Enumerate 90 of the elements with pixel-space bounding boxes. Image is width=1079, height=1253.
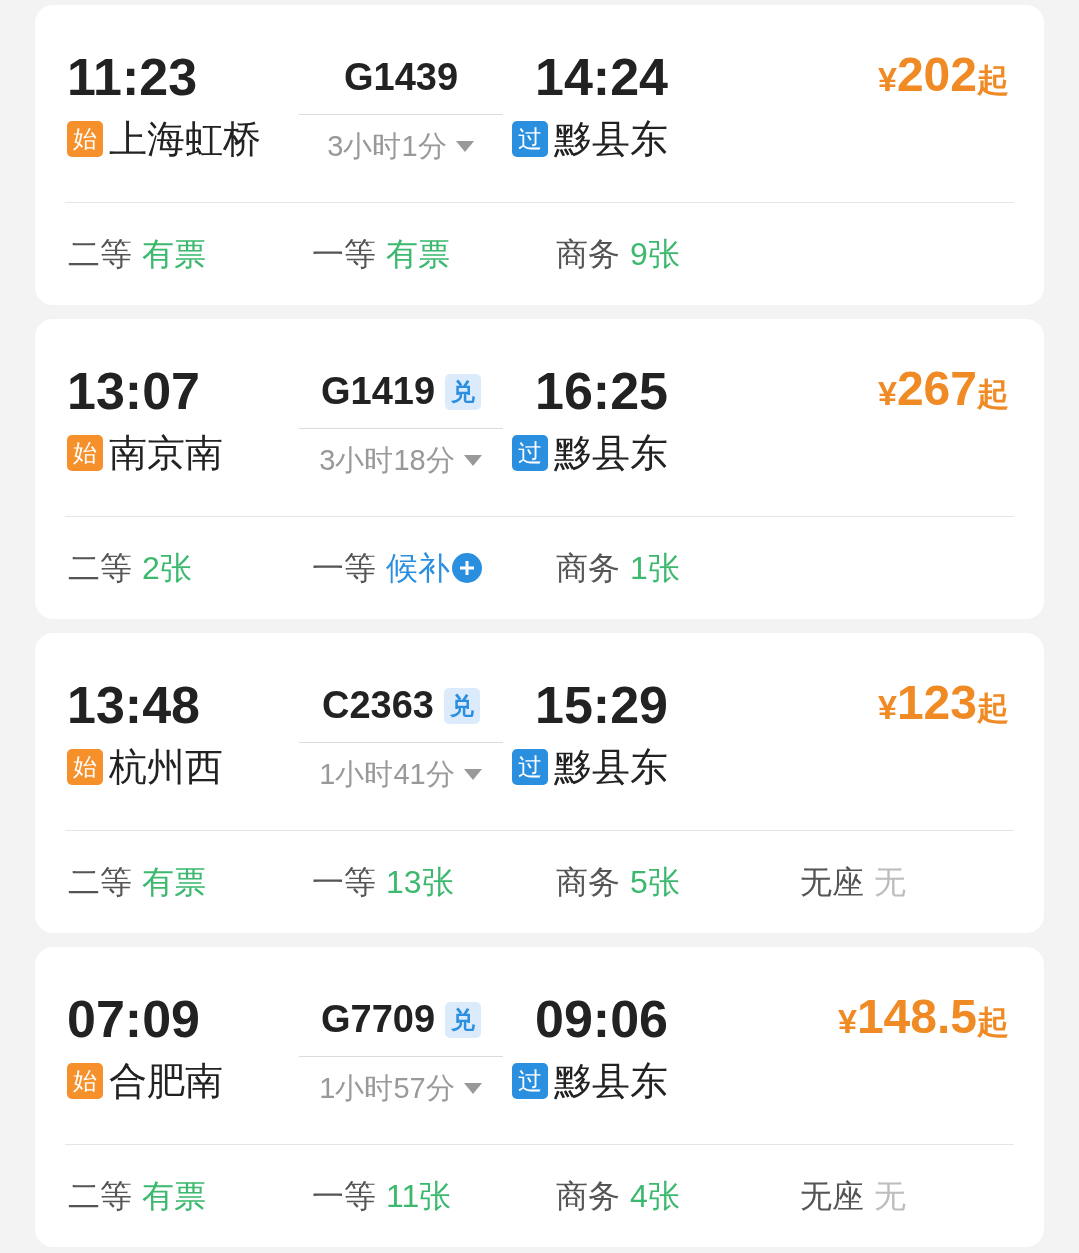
train-number: G7709 <box>320 997 436 1042</box>
arrival-time: 09:06 <box>535 989 668 1050</box>
seat-option[interactable]: 一等 13张 <box>312 858 556 906</box>
pass-badge: 过 <box>512 435 548 471</box>
seat-availability: 11张 <box>386 1177 452 1216</box>
seat-option[interactable]: 二等 有票 <box>68 1172 312 1220</box>
arrival-station: 黟县东 <box>554 431 668 476</box>
train-card[interactable]: 13:07 始 南京南 G1419 兑 3小时18分 16:25 过 黟县东 ¥267起 二等 2张 一等 候补 商务 1张 <box>35 319 1044 619</box>
seat-availability: 9张 <box>630 235 680 274</box>
exchange-badge: 兑 <box>445 1001 482 1038</box>
seat-class: 无座 <box>800 1177 864 1216</box>
seat-availability: 有票 <box>386 235 450 274</box>
price: ¥123起 <box>878 675 1009 731</box>
train-number: C2363 <box>322 683 434 728</box>
seat-option[interactable]: 一等 有票 <box>312 230 556 278</box>
duration: 1小时41分 <box>319 757 455 792</box>
duration: 3小时18分 <box>319 443 455 478</box>
arrival-station: 黟县东 <box>554 745 668 790</box>
seat-availability: 候补 <box>386 549 450 588</box>
arrival-time: 15:29 <box>535 675 668 736</box>
seat-option[interactable]: 二等 2张 <box>68 544 312 592</box>
add-icon[interactable] <box>452 553 482 583</box>
departure-time: 13:48 <box>67 675 201 736</box>
duration: 1小时57分 <box>319 1071 455 1106</box>
train-number: G1419 <box>320 369 436 414</box>
seat-class: 二等 <box>68 1177 132 1216</box>
arrival-station: 黟县东 <box>554 117 668 162</box>
seat-option[interactable]: 二等 有票 <box>68 858 312 906</box>
start-badge: 始 <box>67 121 103 157</box>
departure-station: 杭州西 <box>109 745 223 790</box>
departure-time: 13:07 <box>67 361 201 422</box>
seat-class: 无座 <box>800 863 864 902</box>
departure-station: 南京南 <box>109 431 223 476</box>
seat-class: 商务 <box>556 1177 620 1216</box>
seat-availability: 5张 <box>630 863 680 902</box>
seat-class: 二等 <box>68 863 132 902</box>
seat-option[interactable]: 无座 无 <box>800 1172 1044 1220</box>
seat-class: 商务 <box>556 863 620 902</box>
dropdown-caret-icon[interactable] <box>462 454 483 468</box>
dropdown-caret-icon[interactable] <box>462 1082 483 1096</box>
pass-badge: 过 <box>512 1063 548 1099</box>
price: ¥148.5起 <box>837 989 1009 1045</box>
seat-option[interactable]: 一等 候补 <box>312 544 556 592</box>
start-badge: 始 <box>67 1063 103 1099</box>
train-card[interactable]: 07:09 始 合肥南 G7709 兑 1小时57分 09:06 过 黟县东 ¥148.5起 二等 有票 一等 11张 商务 4张 无座 无 <box>35 947 1044 1247</box>
seat-option[interactable]: 商务 9张 <box>556 230 800 278</box>
seat-class: 一等 <box>312 549 376 588</box>
seat-class: 商务 <box>556 235 620 274</box>
seat-class: 二等 <box>68 235 132 274</box>
exchange-badge: 兑 <box>445 373 482 410</box>
seat-option[interactable]: 无座 无 <box>800 858 1044 906</box>
train-card[interactable]: 11:23 始 上海虹桥 G1439 3小时1分 14:24 过 黟县东 ¥202起 二等 有票 一等 有票 商务 9张 <box>35 5 1044 305</box>
seat-availability: 有票 <box>142 235 206 274</box>
price: ¥202起 <box>878 47 1009 103</box>
arrival-time: 14:24 <box>535 47 668 108</box>
seat-availability: 2张 <box>142 549 192 588</box>
arrival-time: 16:25 <box>535 361 668 422</box>
departure-station: 合肥南 <box>109 1059 223 1104</box>
price: ¥267起 <box>878 361 1009 417</box>
departure-time: 11:23 <box>67 47 199 108</box>
seat-class: 二等 <box>68 549 132 588</box>
seat-option[interactable]: 商务 4张 <box>556 1172 800 1220</box>
seat-class: 一等 <box>312 1177 376 1216</box>
train-number: G1439 <box>343 55 459 100</box>
start-badge: 始 <box>67 749 103 785</box>
pass-badge: 过 <box>512 749 548 785</box>
seat-option[interactable]: 商务 5张 <box>556 858 800 906</box>
pass-badge: 过 <box>512 121 548 157</box>
seat-class: 一等 <box>312 863 376 902</box>
seat-availability: 1张 <box>630 549 680 588</box>
arrival-station: 黟县东 <box>554 1059 668 1104</box>
departure-station: 上海虹桥 <box>109 117 261 162</box>
departure-time: 07:09 <box>67 989 201 1050</box>
seat-option[interactable]: 一等 11张 <box>312 1172 556 1220</box>
seat-availability: 13张 <box>386 863 454 902</box>
seat-class: 一等 <box>312 235 376 274</box>
dropdown-caret-icon[interactable] <box>454 140 475 154</box>
seat-option[interactable]: 二等 有票 <box>68 230 312 278</box>
seat-option[interactable]: 商务 1张 <box>556 544 800 592</box>
seat-availability: 无 <box>874 863 906 902</box>
train-card[interactable]: 13:48 始 杭州西 C2363 兑 1小时41分 15:29 过 黟县东 ¥123起 二等 有票 一等 13张 商务 5张 无座 无 <box>35 633 1044 933</box>
dropdown-caret-icon[interactable] <box>462 768 483 782</box>
seat-availability: 有票 <box>142 1177 206 1216</box>
seat-class: 商务 <box>556 549 620 588</box>
start-badge: 始 <box>67 435 103 471</box>
exchange-badge: 兑 <box>444 687 480 724</box>
seat-availability: 4张 <box>630 1177 680 1216</box>
duration: 3小时1分 <box>327 129 447 164</box>
seat-availability: 无 <box>874 1177 906 1216</box>
seat-availability: 有票 <box>142 863 206 902</box>
